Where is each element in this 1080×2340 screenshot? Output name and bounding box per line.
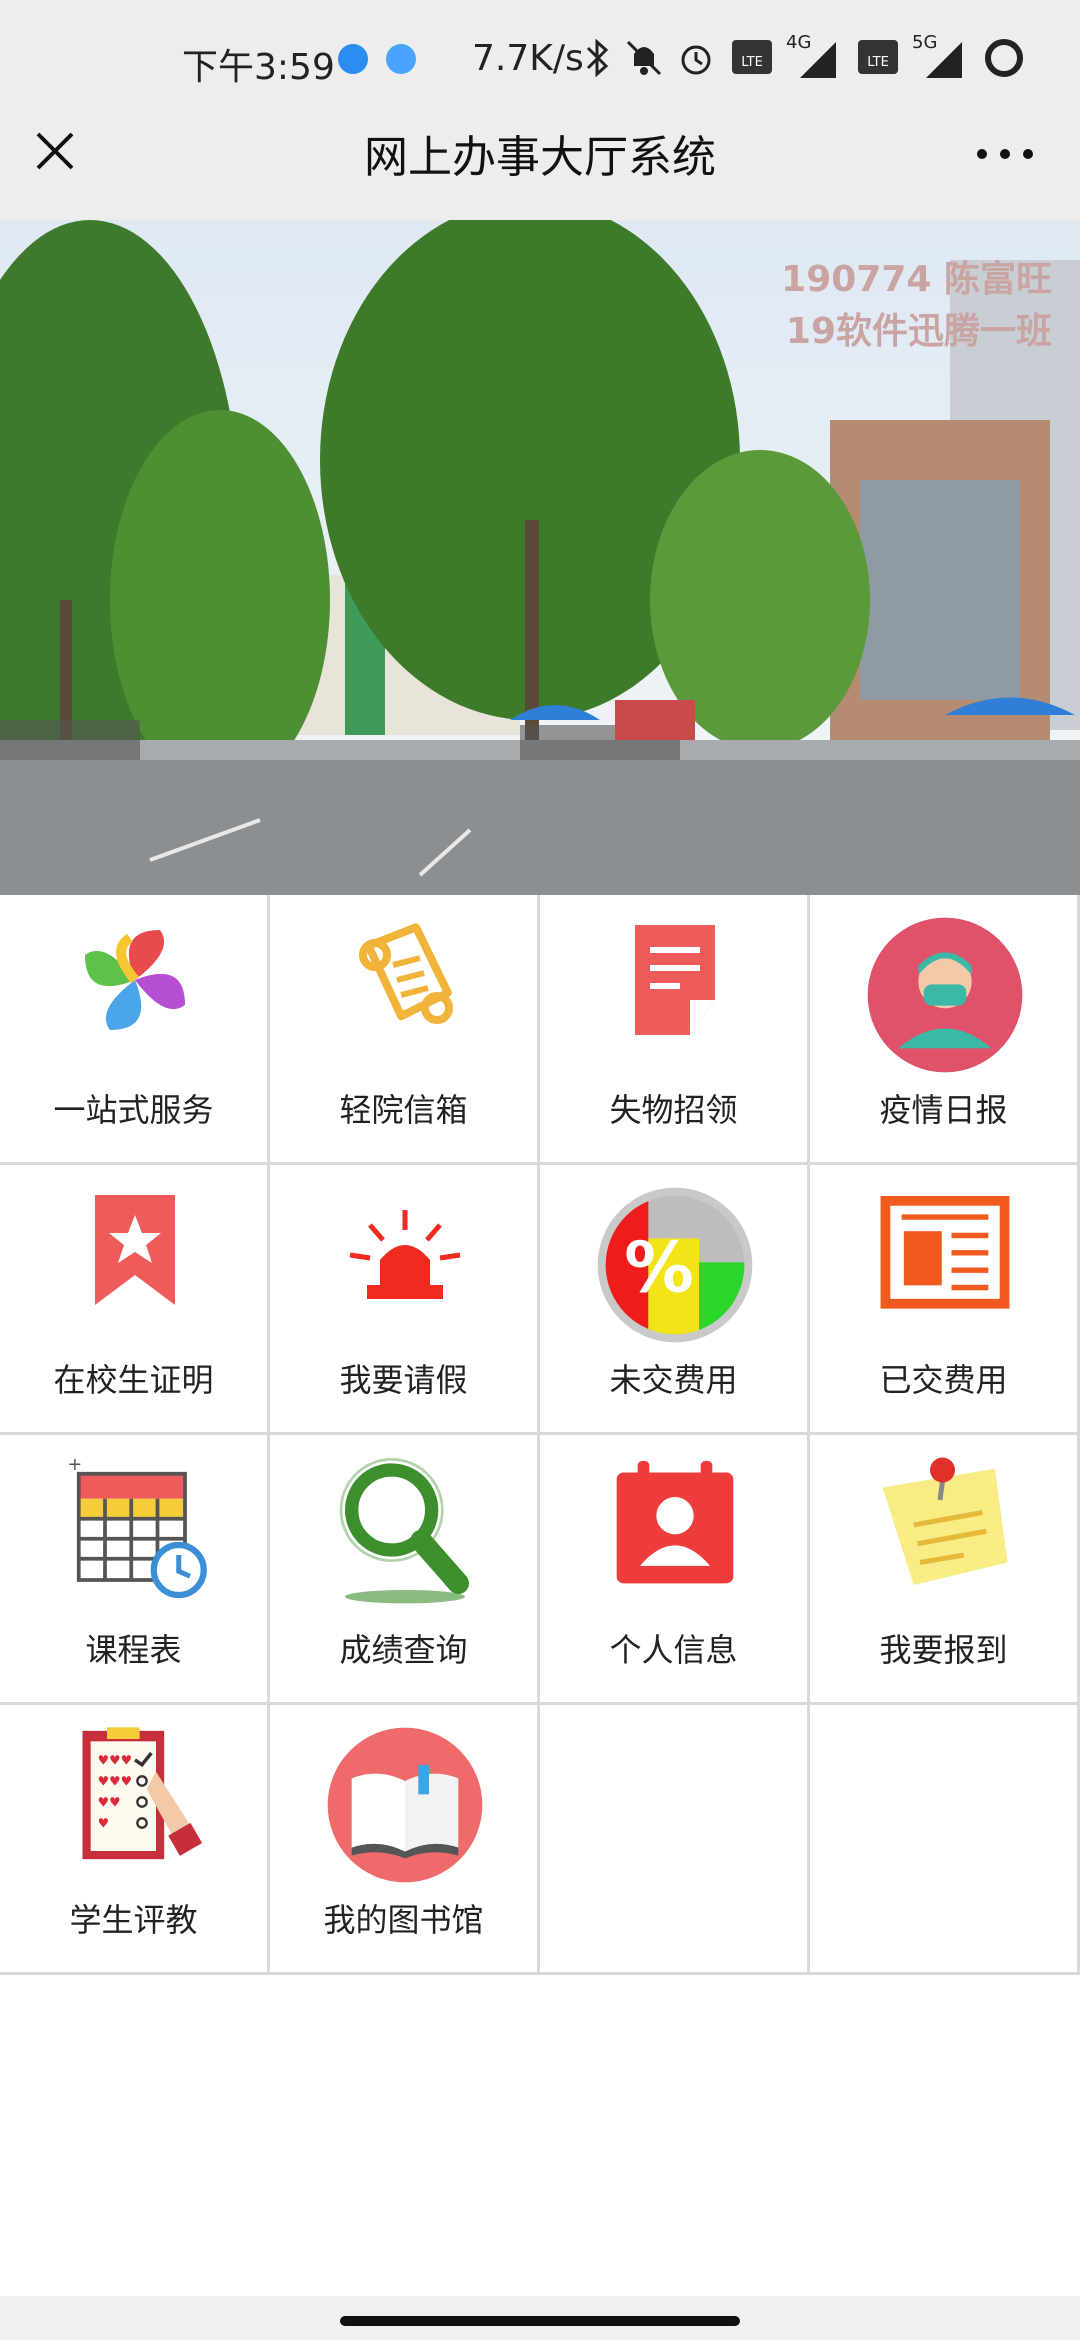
service-label: 疫情日报	[879, 1091, 1008, 1129]
service-label: 一站式服务	[53, 1091, 214, 1129]
message-notification-icon	[338, 44, 368, 74]
svg-text:♥♥♥: ♥♥♥	[98, 1754, 133, 1769]
doctor-mask-icon	[867, 917, 1023, 1073]
service-item-timetable[interactable]: + 课程表	[0, 1435, 270, 1705]
status-bar: 下午3:59 7.7K/s LTE 4G LTE 5G	[0, 0, 1080, 120]
more-dots-icon[interactable]	[970, 124, 1040, 180]
app-notification-icon	[386, 44, 416, 74]
service-label: 我要请假	[339, 1361, 468, 1399]
svg-text:♥♥: ♥♥	[98, 1796, 121, 1811]
battery-icon	[985, 39, 1023, 77]
service-item-teaching-evaluation[interactable]: ♥♥♥ ♥♥♥ ♥♥ ♥ 学生评教	[0, 1705, 270, 1975]
service-item-one-stop[interactable]: 一站式服务	[0, 895, 270, 1165]
status-time: 下午3:59	[182, 47, 335, 88]
service-item-mailbox[interactable]: 轻院信箱	[270, 895, 540, 1165]
svg-text:LTE: LTE	[867, 55, 889, 70]
alarm-icon	[681, 45, 711, 75]
pinwheel-icon	[85, 930, 185, 1030]
service-label: 个人信息	[609, 1631, 738, 1669]
service-label: 轻院信箱	[339, 1091, 468, 1129]
checklist-icon: ♥♥♥ ♥♥♥ ♥♥ ♥	[82, 1727, 203, 1860]
scroll-icon	[359, 923, 453, 1024]
empty-cell	[540, 1705, 810, 1975]
close-icon[interactable]	[28, 124, 84, 180]
service-label: 我要报到	[879, 1631, 1008, 1669]
banner-class-name: 19软件迅腾一班	[785, 311, 1052, 352]
svg-text:%: %	[624, 1229, 693, 1309]
volte-icon-1: LTE	[732, 40, 772, 74]
service-item-check-in[interactable]: 我要报到	[810, 1435, 1080, 1705]
service-item-personal-info[interactable]: 个人信息	[540, 1435, 810, 1705]
alarm-light-icon	[349, 1210, 461, 1299]
service-item-grade-query[interactable]: 成绩查询	[270, 1435, 540, 1705]
sticky-note-icon	[882, 1457, 1008, 1585]
document-icon	[635, 925, 715, 1035]
service-label: 我的图书馆	[323, 1901, 484, 1939]
percent-icon: %	[597, 1187, 753, 1343]
svg-text:♥♥♥: ♥♥♥	[98, 1775, 133, 1790]
svg-text:♥: ♥	[98, 1817, 110, 1832]
service-item-epidemic-report[interactable]: 疫情日报	[810, 895, 1080, 1165]
banner-student-id: 190774 陈富旺	[781, 259, 1052, 300]
service-label: 在校生证明	[53, 1361, 214, 1399]
page-title: 网上办事大厅系统	[364, 132, 716, 183]
bluetooth-icon	[586, 38, 609, 78]
service-label: 学生评教	[69, 1901, 198, 1939]
home-indicator[interactable]	[340, 2316, 740, 2326]
magnifier-icon	[339, 1458, 469, 1604]
service-label: 课程表	[85, 1631, 182, 1669]
service-item-enrollment-proof[interactable]: 在校生证明	[0, 1165, 270, 1435]
contact-calendar-icon	[616, 1460, 734, 1584]
empty-cell	[810, 1705, 1080, 1975]
network-speed: 7.7K/s	[472, 38, 584, 79]
service-item-paid-fees[interactable]: 已交费用	[810, 1165, 1080, 1435]
svg-text:+: +	[68, 1455, 83, 1475]
book-icon	[327, 1727, 483, 1883]
calendar-clock-icon: +	[68, 1455, 207, 1599]
service-item-leave-request[interactable]: 我要请假	[270, 1165, 540, 1435]
service-item-lost-found[interactable]: 失物招领	[540, 895, 810, 1165]
svg-text:LTE: LTE	[741, 55, 763, 70]
service-item-unpaid-fees[interactable]: % 未交费用	[540, 1165, 810, 1435]
signal-strength-icon-1	[800, 42, 836, 78]
service-label: 已交费用	[879, 1361, 1008, 1399]
service-item-library[interactable]: 我的图书馆	[270, 1705, 540, 1975]
service-label: 失物招领	[609, 1091, 738, 1129]
mute-icon	[626, 40, 662, 76]
star-bookmark-icon	[95, 1195, 175, 1305]
service-label: 成绩查询	[339, 1631, 468, 1669]
volte-icon-2: LTE	[858, 40, 898, 74]
service-label: 未交费用	[609, 1361, 738, 1399]
signal-strength-icon-2	[926, 42, 962, 78]
newspaper-icon	[880, 1195, 1010, 1309]
